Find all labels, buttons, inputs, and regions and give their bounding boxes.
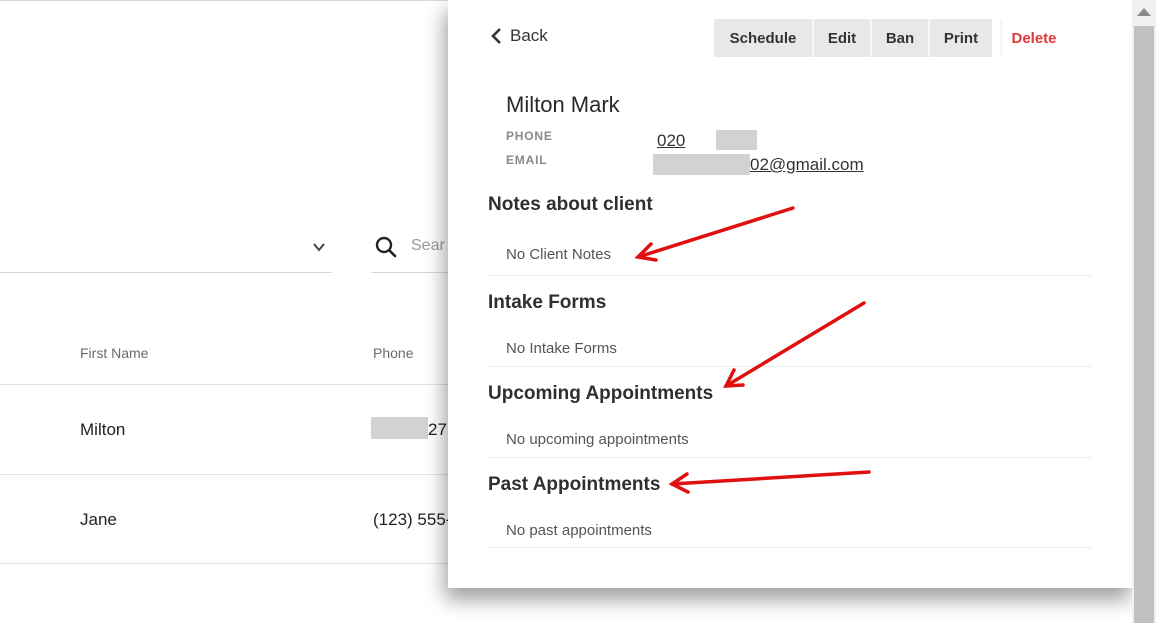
client-toolbar: Schedule Edit Ban Print Delete <box>714 19 1066 57</box>
section-title-intake-forms: Intake Forms <box>488 292 607 313</box>
redacted-phone <box>371 417 428 439</box>
phone-label: PHONE <box>506 129 553 143</box>
row-first-name: Milton <box>80 420 126 439</box>
section-divider <box>488 547 1092 548</box>
redacted-email <box>653 154 750 175</box>
client-name: Milton Mark <box>506 92 620 117</box>
row-phone: (123) 555- <box>373 510 452 529</box>
row-first-name: Jane <box>80 510 117 529</box>
notes-empty-text: No Client Notes <box>506 246 612 263</box>
email-label: EMAIL <box>506 153 548 167</box>
print-button[interactable]: Print <box>928 19 992 57</box>
delete-button[interactable]: Delete <box>1000 19 1066 57</box>
column-header-first-name[interactable]: First Name <box>80 345 148 361</box>
chevron-down-icon <box>313 243 325 252</box>
redacted-phone <box>716 130 757 150</box>
table-divider <box>0 474 460 475</box>
back-button[interactable]: Back <box>490 26 548 46</box>
ban-button[interactable]: Ban <box>870 19 928 57</box>
client-detail-panel: Back Schedule Edit Ban Print Delete Milt… <box>448 0 1132 588</box>
phone-value[interactable]: 020 <box>657 131 685 151</box>
filter-dropdown[interactable] <box>0 228 332 273</box>
search-icon <box>375 236 397 258</box>
section-title-past-appointments: Past Appointments <box>488 474 661 495</box>
scrollbar-thumb[interactable] <box>1134 26 1154 623</box>
section-divider <box>488 366 1092 367</box>
upcoming-empty-text: No upcoming appointments <box>506 431 689 448</box>
row-phone: 27 <box>428 420 447 439</box>
search-placeholder: Sear <box>411 237 445 254</box>
section-title-notes: Notes about client <box>488 194 653 215</box>
scroll-up-icon[interactable] <box>1137 8 1151 16</box>
table-divider <box>0 563 460 564</box>
intake-forms-empty-text: No Intake Forms <box>506 340 617 357</box>
scrollbar[interactable] <box>1132 0 1156 623</box>
email-value[interactable]: 02@gmail.com <box>750 155 864 175</box>
chevron-left-icon <box>491 28 501 44</box>
section-divider <box>488 457 1092 458</box>
past-empty-text: No past appointments <box>506 522 652 539</box>
schedule-button[interactable]: Schedule <box>714 19 812 57</box>
section-title-upcoming-appointments: Upcoming Appointments <box>488 383 714 404</box>
table-divider <box>0 384 460 385</box>
edit-button[interactable]: Edit <box>812 19 870 57</box>
section-divider <box>488 275 1092 276</box>
back-label: Back <box>510 26 548 45</box>
column-header-phone[interactable]: Phone <box>373 345 413 361</box>
